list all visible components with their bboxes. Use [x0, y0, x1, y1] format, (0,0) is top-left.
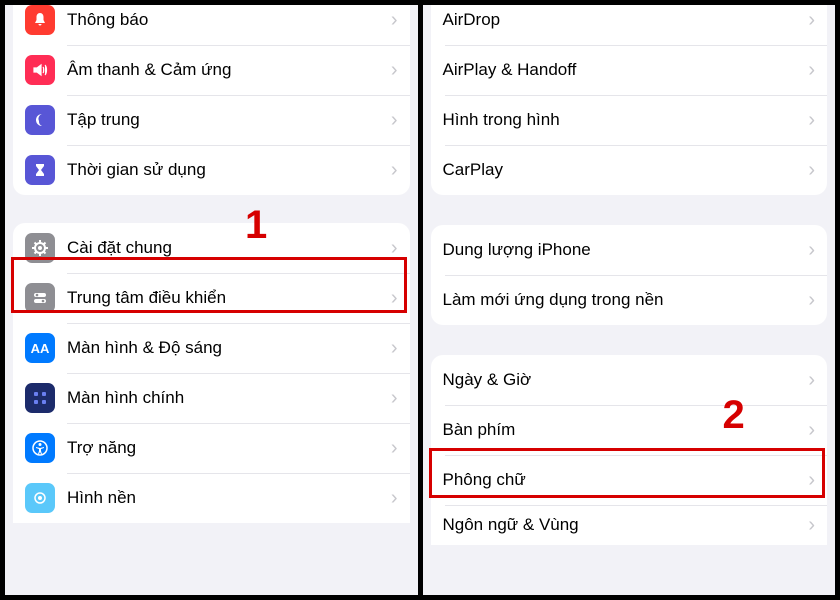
- row-label: Thông báo: [67, 10, 385, 30]
- row-label: CarPlay: [443, 160, 803, 180]
- row-homescreen[interactable]: Màn hình chính ›: [13, 373, 410, 423]
- chevron-right-icon: ›: [808, 159, 815, 182]
- row-pip[interactable]: Hình trong hình ›: [431, 95, 828, 145]
- row-label: Màn hình chính: [67, 388, 385, 408]
- speaker-icon: [25, 55, 55, 85]
- row-label: Hình trong hình: [443, 110, 803, 130]
- row-notifications[interactable]: Thông báo ›: [13, 5, 410, 45]
- row-label: Tập trung: [67, 110, 385, 130]
- text-size-icon: AA: [25, 333, 55, 363]
- bell-icon: [25, 5, 55, 35]
- row-language[interactable]: Ngôn ngữ & Vùng ›: [431, 505, 828, 545]
- row-label: Làm mới ứng dụng trong nền: [443, 290, 803, 310]
- row-storage[interactable]: Dung lượng iPhone ›: [431, 225, 828, 275]
- wallpaper-icon: [25, 483, 55, 513]
- row-label: AirDrop: [443, 10, 803, 30]
- chevron-right-icon: ›: [391, 59, 398, 82]
- row-display[interactable]: AA Màn hình & Độ sáng ›: [13, 323, 410, 373]
- hourglass-icon: [25, 155, 55, 185]
- chevron-right-icon: ›: [808, 469, 815, 492]
- settings-main-pane: Thông báo › Âm thanh & Cảm ứng › Tập tru…: [5, 5, 418, 595]
- row-label: Cài đặt chung: [67, 238, 385, 258]
- row-background-refresh[interactable]: Làm mới ứng dụng trong nền ›: [431, 275, 828, 325]
- settings-group-notifications: Thông báo › Âm thanh & Cảm ứng › Tập tru…: [13, 5, 410, 195]
- row-datetime[interactable]: Ngày & Giờ ›: [431, 355, 828, 405]
- row-wallpaper[interactable]: Hình nền ›: [13, 473, 410, 523]
- chevron-right-icon: ›: [391, 487, 398, 510]
- chevron-right-icon: ›: [808, 59, 815, 82]
- row-accessibility[interactable]: Trợ năng ›: [13, 423, 410, 473]
- chevron-right-icon: ›: [808, 369, 815, 392]
- row-label: Màn hình & Độ sáng: [67, 338, 385, 358]
- accessibility-icon: [25, 433, 55, 463]
- chevron-right-icon: ›: [808, 514, 815, 537]
- row-keyboard[interactable]: Bàn phím ›: [431, 405, 828, 455]
- chevron-right-icon: ›: [391, 159, 398, 182]
- row-label: Ngôn ngữ & Vùng: [443, 515, 803, 535]
- chevron-right-icon: ›: [808, 9, 815, 32]
- settings-group-general: Cài đặt chung › Trung tâm điều khiển › A…: [13, 223, 410, 523]
- row-label: Ngày & Giờ: [443, 370, 803, 390]
- chevron-right-icon: ›: [808, 239, 815, 262]
- row-carplay[interactable]: CarPlay ›: [431, 145, 828, 195]
- general-group-datetime: Ngày & Giờ › Bàn phím › Phông chữ › Ngôn…: [431, 355, 828, 545]
- chevron-right-icon: ›: [808, 419, 815, 442]
- chevron-right-icon: ›: [391, 337, 398, 360]
- row-label: Dung lượng iPhone: [443, 240, 803, 260]
- row-label: Âm thanh & Cảm ứng: [67, 60, 385, 80]
- chevron-right-icon: ›: [391, 237, 398, 260]
- row-label: Bàn phím: [443, 420, 803, 440]
- chevron-right-icon: ›: [808, 289, 815, 312]
- chevron-right-icon: ›: [808, 109, 815, 132]
- row-airplay[interactable]: AirPlay & Handoff ›: [431, 45, 828, 95]
- row-focus[interactable]: Tập trung ›: [13, 95, 410, 145]
- chevron-right-icon: ›: [391, 437, 398, 460]
- row-label: Phông chữ: [443, 470, 803, 490]
- general-group-storage: Dung lượng iPhone › Làm mới ứng dụng tro…: [431, 225, 828, 325]
- switches-icon: [25, 283, 55, 313]
- row-fonts[interactable]: Phông chữ ›: [431, 455, 828, 505]
- row-general[interactable]: Cài đặt chung ›: [13, 223, 410, 273]
- gear-icon: [25, 233, 55, 263]
- row-airdrop[interactable]: AirDrop ›: [431, 5, 828, 45]
- row-sounds[interactable]: Âm thanh & Cảm ứng ›: [13, 45, 410, 95]
- row-screentime[interactable]: Thời gian sử dụng ›: [13, 145, 410, 195]
- home-grid-icon: [25, 383, 55, 413]
- general-group-connectivity: AirDrop › AirPlay & Handoff › Hình trong…: [431, 5, 828, 195]
- general-detail-pane: AirDrop › AirPlay & Handoff › Hình trong…: [423, 5, 836, 595]
- row-label: Trung tâm điều khiển: [67, 288, 385, 308]
- chevron-right-icon: ›: [391, 287, 398, 310]
- moon-icon: [25, 105, 55, 135]
- row-control-center[interactable]: Trung tâm điều khiển ›: [13, 273, 410, 323]
- row-label: AirPlay & Handoff: [443, 60, 803, 80]
- chevron-right-icon: ›: [391, 387, 398, 410]
- chevron-right-icon: ›: [391, 109, 398, 132]
- row-label: Trợ năng: [67, 438, 385, 458]
- row-label: Thời gian sử dụng: [67, 160, 385, 180]
- row-label: Hình nền: [67, 488, 385, 508]
- chevron-right-icon: ›: [391, 9, 398, 32]
